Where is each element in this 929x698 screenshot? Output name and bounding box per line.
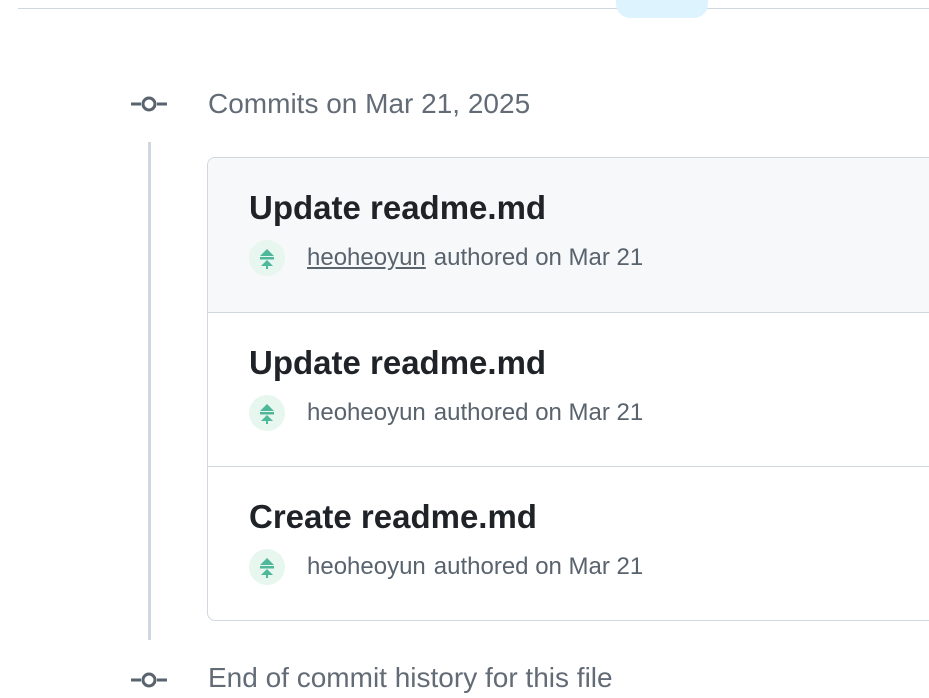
commits-date-heading: Commits on Mar 21, 2025 [208, 88, 531, 119]
load-more-pill[interactable] [616, 0, 708, 18]
commit-meta: heoheoyun authored on Mar 21 [249, 395, 929, 431]
git-commit-icon [131, 95, 167, 113]
commit-row[interactable]: Create readme.md heoheoyun authored on M… [208, 466, 929, 620]
user-avatar-icon[interactable] [249, 549, 285, 585]
commit-title-link[interactable]: Create readme.md [249, 497, 929, 537]
user-avatar-icon[interactable] [249, 395, 285, 431]
git-commit-icon [131, 671, 167, 689]
commit-meta: heoheoyun authored on Mar 21 [249, 240, 929, 276]
end-of-history-text: End of commit history for this file [208, 662, 613, 693]
commit-meta: heoheoyun authored on Mar 21 [249, 549, 929, 585]
commit-date-text: authored on Mar 21 [433, 399, 644, 426]
author-link[interactable]: heoheoyun [307, 399, 426, 427]
commit-list: Update readme.md heoheoyun authored on M… [207, 157, 929, 621]
commit-row[interactable]: Update readme.md heoheoyun authored on M… [208, 158, 929, 312]
commit-title-link[interactable]: Update readme.md [249, 188, 929, 228]
commit-date-text: authored on Mar 21 [433, 244, 644, 271]
author-link[interactable]: heoheoyun [307, 553, 426, 581]
author-link[interactable]: heoheoyun [307, 244, 426, 272]
commit-title-link[interactable]: Update readme.md [249, 343, 929, 383]
top-divider [18, 8, 929, 9]
commit-row[interactable]: Update readme.md heoheoyun authored on M… [208, 312, 929, 466]
commit-date-text: authored on Mar 21 [433, 553, 644, 580]
commit-history-page: Commits on Mar 21, 2025 Update readme.md… [0, 0, 929, 698]
user-avatar-icon[interactable] [249, 240, 285, 276]
timeline-line [148, 142, 151, 640]
